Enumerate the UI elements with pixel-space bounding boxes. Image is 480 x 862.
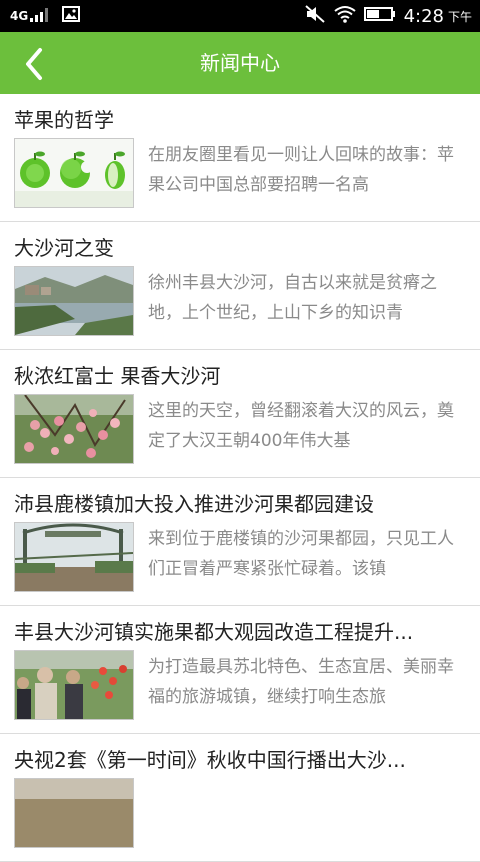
news-item[interactable]: 苹果的哲学 在朋友圈里看见一则让人回味的故事：苹果公司中国总部要招聘一名高: [0, 94, 480, 222]
news-item[interactable]: 央视2套《第一时间》秋收中国行播出大沙...: [0, 734, 480, 862]
news-summary: 在朋友圈里看见一则让人回味的故事：苹果公司中国总部要招聘一名高: [148, 145, 454, 195]
news-title: 大沙河之变: [14, 236, 114, 260]
news-title: 苹果的哲学: [14, 108, 114, 132]
network-type: 4G: [10, 9, 29, 23]
image-icon: [62, 6, 81, 26]
news-thumbnail: [14, 650, 134, 720]
news-thumbnail: [14, 778, 134, 848]
news-summary: 为打造最具苏北特色、生态宜居、美丽幸福的旅游城镇，继续打响生态旅: [148, 657, 454, 707]
news-thumbnail: [14, 522, 134, 592]
news-summary: [148, 780, 468, 840]
battery-icon: [363, 6, 396, 26]
news-summary: 徐州丰县大沙河，自古以来就是贫瘠之地，上个世纪，上山下乡的知识青: [148, 273, 437, 323]
news-item[interactable]: 沛县鹿楼镇加大投入推进沙河果都园建设 来到位于鹿楼镇的沙河果都园，只见工人们正冒…: [0, 478, 480, 606]
wifi-icon: [333, 5, 356, 27]
mute-icon: [304, 4, 326, 28]
news-title: 丰县大沙河镇实施果都大观园改造工程提升...: [14, 620, 414, 644]
news-summary: 这里的天空，曾经翻滚着大汉的风云，奠定了大汉王朝400年伟大基: [148, 401, 454, 451]
news-title: 秋浓红富士 果香大沙河: [14, 364, 221, 388]
news-title: 央视2套《第一时间》秋收中国行播出大沙...: [14, 748, 406, 772]
app-bar: 新闻中心: [0, 32, 480, 94]
news-item[interactable]: 秋浓红富士 果香大沙河 这里的天空，曾经翻滚着大汉的风云，奠定了大汉王朝400年…: [0, 350, 480, 478]
page-title: 新闻中心: [200, 51, 280, 75]
news-item[interactable]: 大沙河之变 徐州丰县大沙河，自古以来就是贫瘠之地，上个世纪，上山下乡的知识青: [0, 222, 480, 350]
signal-icon: [30, 7, 52, 26]
news-item[interactable]: 丰县大沙河镇实施果都大观园改造工程提升... 为打造最具苏北特色、生态宜居、美丽…: [0, 606, 480, 734]
clock-ampm: 下午: [447, 9, 472, 24]
news-thumbnail: [14, 394, 134, 464]
news-title: 沛县鹿楼镇加大投入推进沙河果都园建设: [14, 492, 374, 516]
news-list: 苹果的哲学 在朋友圈里看见一则让人回味的故事：苹果公司中国总部要招聘一名高 大沙…: [0, 94, 480, 862]
status-bar: 4G 4:28 下午: [0, 0, 480, 32]
news-summary: 来到位于鹿楼镇的沙河果都园，只见工人们正冒着严寒紧张忙碌着。该镇: [148, 529, 454, 579]
news-thumbnail: [14, 138, 134, 208]
news-thumbnail: [14, 266, 134, 336]
clock: 4:28: [403, 5, 444, 27]
